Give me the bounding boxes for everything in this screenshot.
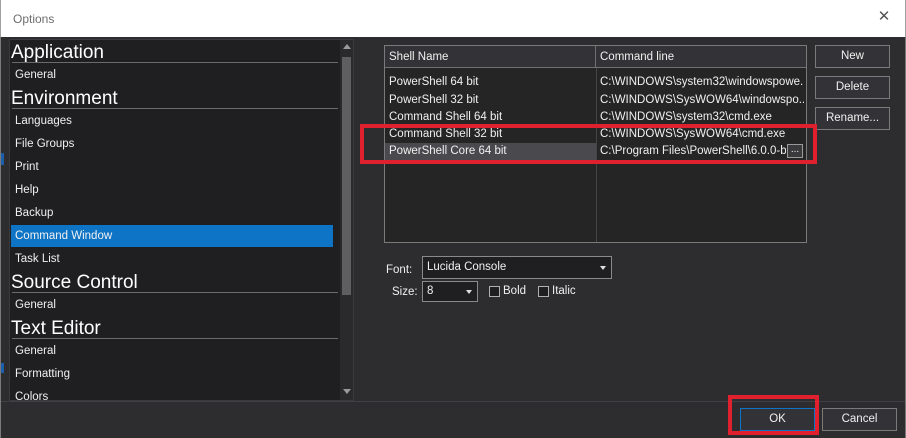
shell-name-cell: PowerShell 32 bit — [389, 94, 479, 106]
category-application: Application — [11, 42, 104, 63]
options-category-tree[interactable]: Application General Environment Language… — [9, 39, 354, 401]
column-header-command-line[interactable]: Command line — [596, 46, 806, 68]
category-divider — [12, 62, 338, 63]
cancel-button[interactable]: Cancel — [822, 408, 897, 431]
tree-item-command-window[interactable]: Command Window — [11, 225, 333, 247]
tree-scrollbar[interactable] — [340, 40, 353, 400]
tree-item-help[interactable]: Help — [11, 179, 333, 201]
chevron-down-icon — [600, 266, 606, 270]
category-divider — [12, 338, 338, 339]
shell-name-cell: PowerShell Core 64 bit — [385, 143, 596, 160]
options-dialog: Application General Environment Language… — [0, 37, 906, 438]
size-select[interactable]: 8 — [422, 281, 478, 302]
table-row-selected[interactable]: PowerShell Core 64 bit C:\Program Files\… — [385, 143, 806, 160]
table-row[interactable]: Command Shell 64 bit C:\WINDOWS\system32… — [385, 109, 806, 126]
shell-name-cell: PowerShell 64 bit — [389, 76, 479, 88]
command-line-cell: C:\WINDOWS\SysWOW64\cmd.exe — [600, 128, 786, 140]
category-text-editor: Text Editor — [11, 318, 101, 339]
new-button[interactable]: New — [815, 45, 890, 68]
tree-item-print[interactable]: Print — [11, 156, 333, 178]
italic-label[interactable]: Italic — [552, 285, 576, 297]
table-row[interactable]: PowerShell 32 bit C:\WINDOWS\SysWOW64\wi… — [385, 92, 806, 109]
shell-list-grid[interactable]: Shell Name Command line PowerShell 64 bi… — [384, 45, 807, 243]
tree-item-text-editor-general[interactable]: General — [11, 340, 333, 362]
command-line-cell[interactable]: C:\Program Files\PowerShell\6.0.0-b... — [598, 143, 786, 160]
tree-item-source-control-general[interactable]: General — [11, 294, 333, 316]
tree-item-backup[interactable]: Backup — [11, 202, 333, 224]
tree-item-languages[interactable]: Languages — [11, 110, 333, 132]
category-environment: Environment — [11, 88, 118, 109]
tree-item-formatting[interactable]: Formatting — [11, 363, 333, 385]
chevron-down-icon — [466, 290, 472, 294]
browse-button[interactable]: ... — [787, 144, 803, 158]
scroll-up-arrow-icon[interactable] — [343, 44, 351, 49]
shell-name-cell: Command Shell 32 bit — [389, 128, 503, 140]
command-line-cell: C:\WINDOWS\SysWOW64\windowspo... — [600, 94, 804, 106]
tree-item-task-list[interactable]: Task List — [11, 248, 333, 270]
font-select[interactable]: Lucida Console — [422, 256, 612, 279]
tree-item-application-general[interactable]: General — [11, 64, 333, 86]
size-select-value: 8 — [427, 285, 434, 297]
window-title: Options — [13, 12, 55, 26]
ok-button[interactable]: OK — [740, 408, 815, 431]
title-bar: Options ✕ — [0, 0, 906, 37]
table-row[interactable]: Command Shell 32 bit C:\WINDOWS\SysWOW64… — [385, 126, 806, 143]
column-header-shell-name[interactable]: Shell Name — [385, 46, 596, 68]
size-label: Size: — [392, 286, 418, 298]
scrollbar-thumb[interactable] — [342, 57, 351, 295]
font-select-value: Lucida Console — [427, 261, 507, 273]
tree-item-file-groups[interactable]: File Groups — [11, 133, 333, 155]
command-line-cell: C:\WINDOWS\system32\windowspowe... — [600, 76, 804, 88]
bold-label[interactable]: Bold — [503, 285, 526, 297]
background-window-edge — [1, 363, 4, 373]
rename-button[interactable]: Rename... — [815, 107, 890, 130]
category-divider — [12, 292, 338, 293]
background-window-edge — [1, 153, 4, 165]
table-row[interactable]: PowerShell 64 bit C:\WINDOWS\system32\wi… — [385, 74, 806, 91]
close-icon[interactable]: ✕ — [875, 8, 893, 26]
delete-button[interactable]: Delete — [815, 76, 890, 99]
command-line-cell: C:\WINDOWS\system32\cmd.exe — [600, 111, 772, 123]
tree-item-colors[interactable]: Colors — [11, 386, 333, 400]
category-divider — [12, 108, 338, 109]
scroll-down-arrow-icon[interactable] — [343, 389, 351, 394]
shell-name-cell: Command Shell 64 bit — [389, 111, 503, 123]
italic-checkbox[interactable] — [538, 286, 549, 297]
font-label: Font: — [386, 264, 413, 276]
footer-divider — [1, 401, 905, 402]
bold-checkbox[interactable] — [489, 286, 500, 297]
category-source-control: Source Control — [11, 272, 138, 293]
